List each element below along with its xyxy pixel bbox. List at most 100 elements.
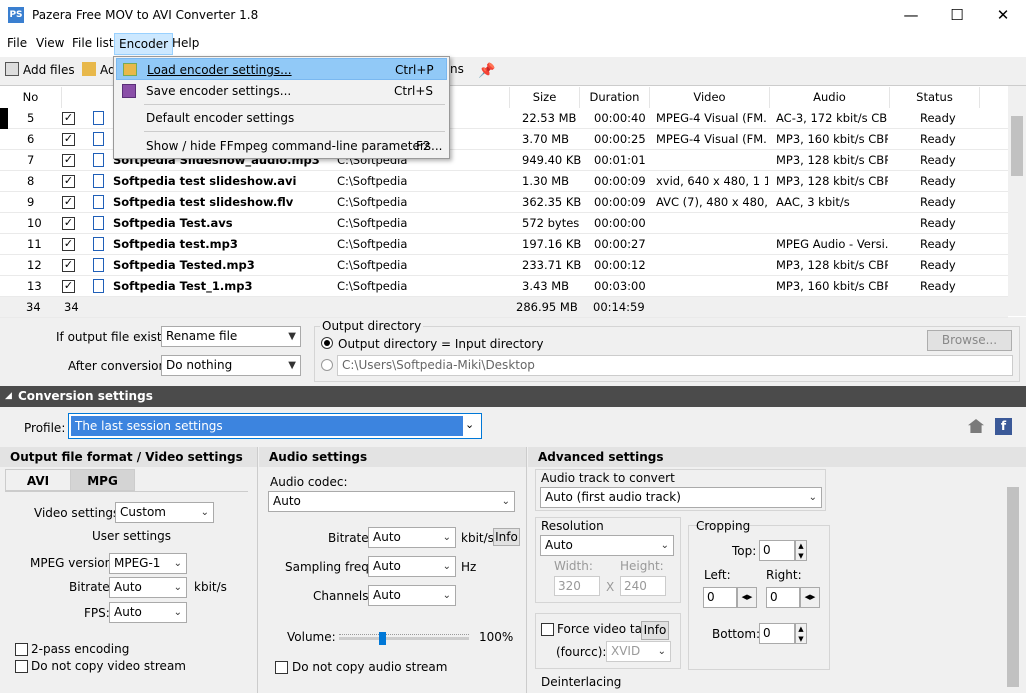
file-size: 572 bytes: [522, 216, 580, 230]
user-settings-label: User settings: [92, 529, 172, 543]
row-checkbox[interactable]: ✓: [62, 175, 75, 188]
maximize-button[interactable]: ☐: [934, 0, 980, 31]
file-size: 233.71 KB: [522, 258, 582, 272]
fourcc-label: (fourcc):: [556, 645, 607, 659]
two-pass-checkbox[interactable]: [15, 643, 28, 656]
tab-mpg[interactable]: MPG: [70, 469, 135, 491]
radio-input-dir[interactable]: [321, 337, 333, 349]
table-row[interactable]: 13 ✓ Softpedia Test_1.mp3 C:\Softpedia 3.43 …: [0, 276, 1008, 297]
row-checkbox[interactable]: ✓: [62, 112, 75, 125]
menu-file-list[interactable]: File list: [68, 35, 118, 54]
crop-bottom-spinner[interactable]: ▲ ▼: [795, 623, 807, 644]
advanced-scrollbar[interactable]: [1004, 469, 1022, 693]
if-exists-select[interactable]: Rename file ▼: [161, 326, 301, 347]
crop-right-label: Right:: [766, 568, 802, 582]
fourcc-select[interactable]: XVID ⌄: [606, 641, 671, 662]
crop-right-input[interactable]: 0: [766, 587, 800, 608]
col-duration[interactable]: Duration: [580, 87, 650, 108]
audio-info-button[interactable]: Info: [493, 528, 520, 546]
crop-top-spinner[interactable]: ▲ ▼: [795, 540, 807, 561]
video-settings-select[interactable]: Custom ⌄: [115, 502, 214, 523]
facebook-icon[interactable]: f: [995, 418, 1012, 435]
audio-bitrate-select[interactable]: Auto ⌄: [368, 527, 456, 548]
folder-icon: [82, 62, 96, 76]
load-encoder-settings-item[interactable]: Load encoder settings... Ctrl+P: [116, 58, 447, 80]
menu-view[interactable]: View: [32, 35, 68, 54]
add-folder-button[interactable]: Ad: [82, 62, 116, 77]
sampling-select[interactable]: Auto ⌄: [368, 556, 456, 577]
no-copy-video-checkbox[interactable]: [15, 660, 28, 673]
minimize-button[interactable]: —: [888, 0, 934, 31]
col-size[interactable]: Size: [510, 87, 580, 108]
mpeg-version-select[interactable]: MPEG-1 ⌄: [109, 553, 187, 574]
resolution-select[interactable]: Auto ⌄: [540, 535, 674, 556]
add-files-button[interactable]: Add files: [5, 62, 75, 77]
radio-custom-dir[interactable]: [321, 359, 333, 371]
row-checkbox[interactable]: ✓: [62, 259, 75, 272]
table-row[interactable]: 12 ✓ Softpedia Tested.mp3 C:\Softpedia 233.7…: [0, 255, 1008, 276]
pin-icon[interactable]: 📌: [478, 63, 495, 79]
row-checkbox[interactable]: ✓: [62, 196, 75, 209]
file-size: 1.30 MB: [522, 174, 570, 188]
conversion-settings-header[interactable]: ◢ Conversion settings: [0, 386, 1026, 407]
row-checkbox[interactable]: ✓: [62, 154, 75, 167]
file-list-scrollbar[interactable]: [1008, 86, 1026, 316]
height-input[interactable]: 240: [620, 576, 666, 596]
channels-select[interactable]: Auto ⌄: [368, 585, 456, 606]
row-checkbox[interactable]: ✓: [62, 133, 75, 146]
mpeg-version-label: MPEG version:: [30, 556, 117, 570]
tab-avi[interactable]: AVI: [5, 469, 71, 491]
file-icon: [93, 258, 104, 272]
video-bitrate-select[interactable]: Auto ⌄: [109, 577, 187, 598]
row-checkbox[interactable]: ✓: [62, 280, 75, 293]
crop-left-spinner[interactable]: ◀▶: [737, 587, 757, 608]
table-row[interactable]: 11 ✓ Softpedia test.mp3 C:\Softpedia 197.16 …: [0, 234, 1008, 255]
crop-bottom-input[interactable]: 0: [759, 623, 795, 644]
output-dir-input[interactable]: C:\Users\Softpedia-Miki\Desktop: [337, 355, 1013, 376]
profile-select[interactable]: The last session settings ⌄: [68, 413, 482, 439]
row-checkbox[interactable]: ✓: [62, 238, 75, 251]
after-conversion-select[interactable]: Do nothing ▼: [161, 355, 301, 376]
file-icon: [93, 174, 104, 188]
options-button-label[interactable]: ns: [450, 62, 464, 76]
no-copy-audio-checkbox[interactable]: [275, 661, 288, 674]
crop-left-input[interactable]: 0: [703, 587, 737, 608]
chevron-down-icon: ⌄: [173, 582, 182, 593]
advanced-section-header: Advanced settings: [528, 447, 1026, 467]
menu-encoder[interactable]: Encoder: [114, 33, 174, 55]
audio-track-select[interactable]: Auto (first audio track) ⌄: [540, 487, 822, 508]
col-status[interactable]: Status: [890, 87, 980, 108]
default-encoder-settings-item[interactable]: Default encoder settings: [116, 107, 447, 129]
scroll-thumb[interactable]: [1011, 116, 1023, 176]
load-encoder-settings-shortcut: Ctrl+P: [395, 63, 434, 77]
col-no[interactable]: No: [0, 87, 62, 108]
resolution-value: Auto: [545, 538, 573, 552]
crop-top-input[interactable]: 0: [759, 540, 795, 561]
close-button[interactable]: ✕: [980, 0, 1026, 31]
volume-thumb[interactable]: [379, 632, 386, 645]
width-input[interactable]: 320: [554, 576, 600, 596]
menu-file[interactable]: File: [3, 35, 31, 54]
volume-slider[interactable]: [339, 625, 469, 645]
menu-help[interactable]: Help: [168, 35, 203, 54]
save-encoder-settings-item[interactable]: Save encoder settings... Ctrl+S: [116, 80, 447, 102]
browse-button[interactable]: Browse...: [927, 330, 1012, 351]
audio-codec-select[interactable]: Auto ⌄: [268, 491, 515, 512]
show-ffmpeg-params-item[interactable]: Show / hide FFmpeg command-line paramete…: [116, 135, 447, 157]
fps-select[interactable]: Auto ⌄: [109, 602, 187, 623]
col-audio[interactable]: Audio: [770, 87, 890, 108]
table-row[interactable]: 8 ✓ Softpedia test slideshow.avi C:\Softped…: [0, 171, 1008, 192]
menu-bar: File View File list Encoder Help: [0, 31, 1026, 57]
table-row[interactable]: 10 ✓ Softpedia Test.avs C:\Softpedia 572 byt…: [0, 213, 1008, 234]
crop-right-spinner[interactable]: ◀▶: [800, 587, 820, 608]
home-icon[interactable]: [968, 419, 984, 433]
row-checkbox[interactable]: ✓: [62, 217, 75, 230]
file-duration: 00:00:27: [594, 237, 646, 251]
file-video: MPEG-4 Visual (FM...: [656, 132, 768, 146]
advanced-scroll-thumb[interactable]: [1007, 487, 1019, 687]
force-video-tag-checkbox[interactable]: [541, 623, 554, 636]
force-tag-info-button[interactable]: Info: [641, 621, 669, 640]
table-row[interactable]: 9 ✓ Softpedia test slideshow.flv C:\Softped…: [0, 192, 1008, 213]
col-video[interactable]: Video: [650, 87, 770, 108]
file-video: [656, 150, 768, 171]
